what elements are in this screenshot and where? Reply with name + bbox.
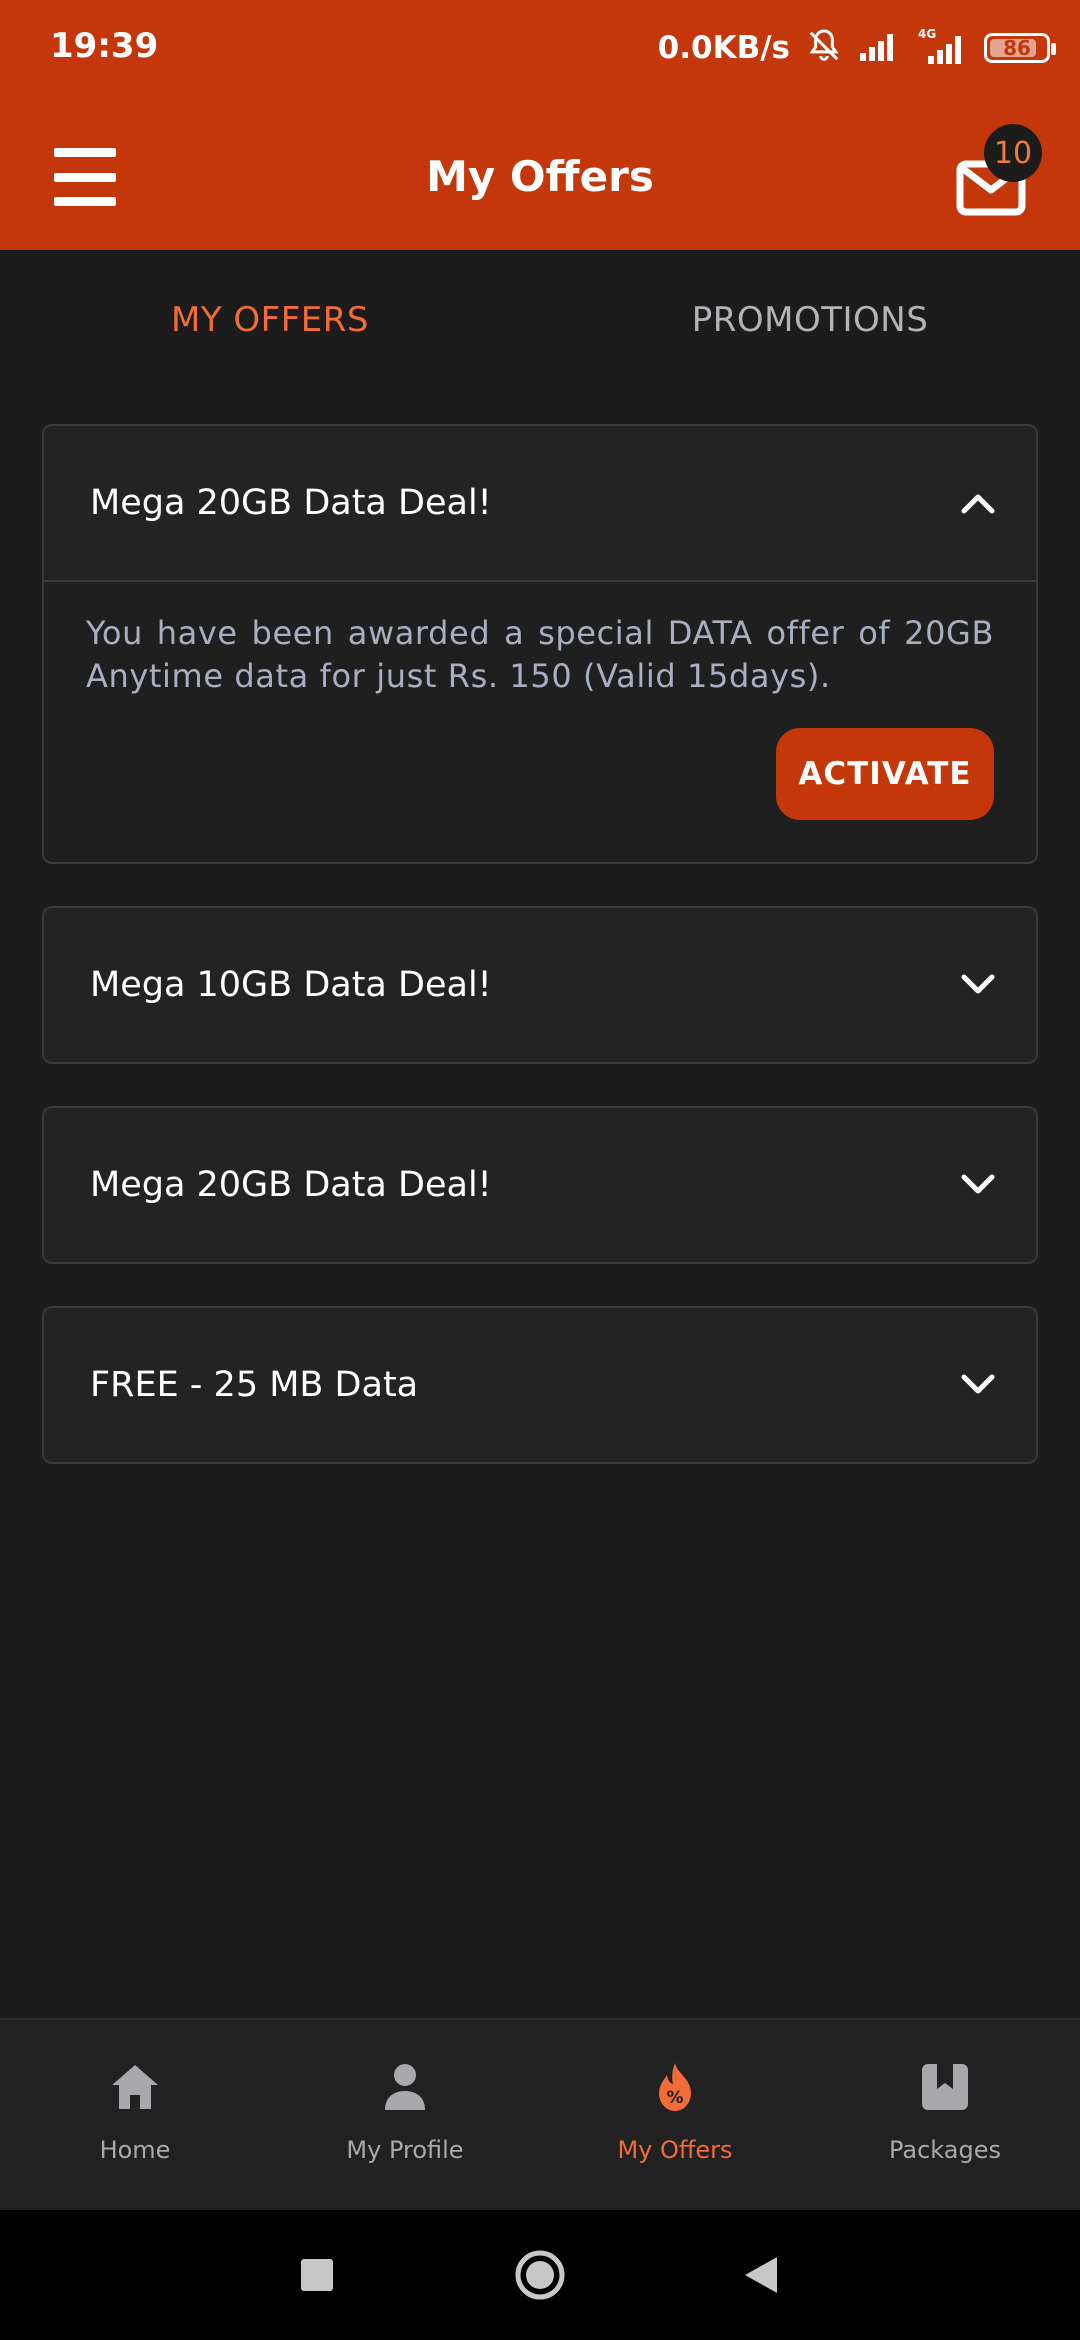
page-title: My Offers: [426, 152, 654, 201]
nav-packages[interactable]: Packages: [810, 2020, 1080, 2210]
offer-card: Mega 20GB Data Deal! You have been award…: [42, 424, 1038, 864]
offer-title: Mega 20GB Data Deal!: [90, 1165, 492, 1205]
offer-details: You have been awarded a special DATA off…: [44, 580, 1036, 862]
back-triangle-icon: [745, 2257, 777, 2293]
status-icons: 0.0KB/s 4G 86: [657, 22, 1056, 74]
nav-home[interactable]: Home: [0, 2020, 270, 2210]
nav-label: My Profile: [346, 2136, 464, 2164]
system-navigation-bar: [0, 2210, 1080, 2340]
offer-header[interactable]: Mega 10GB Data Deal!: [44, 908, 1036, 1062]
offers-icon: %: [648, 2060, 702, 2114]
chevron-up-icon: [960, 485, 996, 521]
svg-text:%: %: [666, 2088, 683, 2108]
status-time: 19:39: [50, 26, 159, 66]
app-header: My Offers 10: [0, 100, 1080, 250]
offer-title: Mega 10GB Data Deal!: [90, 965, 492, 1005]
offer-title: Mega 20GB Data Deal!: [90, 483, 492, 523]
nav-label: Packages: [889, 2136, 1001, 2164]
bottom-navigation: Home My Profile % My Offers Packages: [0, 2018, 1080, 2210]
home-icon: [108, 2060, 162, 2114]
offer-header[interactable]: FREE - 25 MB Data: [44, 1308, 1036, 1462]
nav-my-offers[interactable]: % My Offers: [540, 2020, 810, 2210]
tab-promotions[interactable]: PROMOTIONS: [540, 250, 1080, 390]
activate-button[interactable]: ACTIVATE: [776, 728, 994, 820]
chevron-down-icon: [960, 1167, 996, 1203]
circle-icon: [515, 2250, 565, 2300]
square-icon: [301, 2259, 333, 2291]
network-speed: 0.0KB/s: [657, 30, 790, 66]
svg-text:4G: 4G: [918, 27, 936, 41]
offer-card: Mega 10GB Data Deal!: [42, 906, 1038, 1064]
offer-header[interactable]: Mega 20GB Data Deal!: [44, 426, 1036, 580]
status-bar: 19:39 0.0KB/s 4G 86: [0, 0, 1080, 100]
signal-4g-icon: 4G: [914, 26, 970, 70]
package-icon: [918, 2060, 972, 2114]
inbox-badge: 10: [984, 124, 1042, 182]
chevron-down-icon: [960, 1367, 996, 1403]
tab-my-offers[interactable]: MY OFFERS: [0, 250, 540, 390]
offer-card: Mega 20GB Data Deal!: [42, 1106, 1038, 1264]
nav-label: My Offers: [617, 2136, 733, 2164]
nav-label: Home: [99, 2136, 171, 2164]
battery-icon: 86: [984, 33, 1056, 63]
home-system-button[interactable]: [505, 2210, 575, 2340]
offer-description: You have been awarded a special DATA off…: [86, 614, 994, 695]
person-icon: [378, 2060, 432, 2114]
recent-apps-button[interactable]: [282, 2210, 352, 2340]
chevron-down-icon: [960, 967, 996, 1003]
battery-percent: 86: [1003, 36, 1031, 60]
back-button[interactable]: [726, 2210, 796, 2340]
offer-title: FREE - 25 MB Data: [90, 1365, 419, 1405]
signal-icon: [858, 29, 900, 67]
muted-bell-icon: [804, 26, 844, 70]
offer-card: FREE - 25 MB Data: [42, 1306, 1038, 1464]
offer-tabs: MY OFFERS PROMOTIONS: [0, 250, 1080, 390]
offers-list: Mega 20GB Data Deal! You have been award…: [42, 424, 1038, 1506]
nav-my-profile[interactable]: My Profile: [270, 2020, 540, 2210]
offer-header[interactable]: Mega 20GB Data Deal!: [44, 1108, 1036, 1262]
